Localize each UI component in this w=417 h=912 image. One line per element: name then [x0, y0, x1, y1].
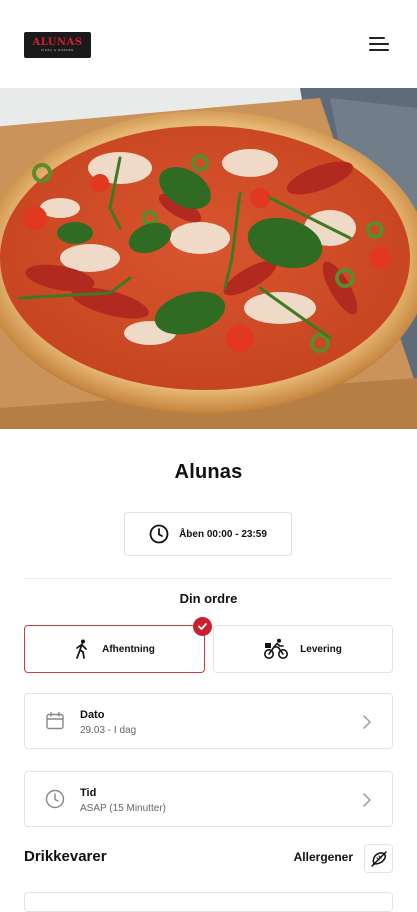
logo-subtext: PIZZA & BURGER: [41, 48, 74, 52]
walking-person-icon: [76, 639, 87, 659]
pickup-label: Afhentning: [102, 643, 155, 655]
time-field[interactable]: Tid ASAP (15 Minutter): [24, 771, 393, 827]
menu-item-card[interactable]: [24, 892, 393, 912]
chevron-right-icon: [363, 715, 371, 729]
app-header: ALUNAS PIZZA & BURGER: [0, 0, 417, 88]
order-heading: Din ordre: [179, 591, 238, 606]
clock-icon: [149, 524, 169, 544]
allergen-label[interactable]: Allergener: [294, 850, 353, 864]
calendar-icon: [46, 711, 64, 730]
time-label: Tid: [80, 787, 97, 799]
opening-hours-text: Åben 00:00 - 23:59: [179, 528, 267, 540]
date-value: 29.03 - I dag: [80, 725, 137, 736]
cyclist-icon: [264, 638, 289, 659]
category-heading: Drikkevarer: [24, 848, 107, 865]
delivery-option[interactable]: Levering: [213, 625, 393, 673]
date-label: Dato: [80, 709, 105, 721]
restaurant-logo[interactable]: ALUNAS PIZZA & BURGER: [24, 32, 91, 58]
clock-icon: [45, 789, 65, 809]
chevron-right-icon: [363, 793, 371, 807]
hamburger-menu-icon[interactable]: [369, 36, 389, 52]
logo-text: ALUNAS: [32, 37, 83, 48]
allergen-icon: [370, 850, 387, 867]
selected-check-icon: [193, 617, 212, 636]
opening-hours-button[interactable]: Åben 00:00 - 23:59: [124, 512, 292, 556]
delivery-label: Levering: [300, 643, 342, 655]
time-value: ASAP (15 Minutter): [80, 803, 166, 814]
allergen-button[interactable]: [364, 844, 393, 873]
pickup-option[interactable]: Afhentning: [24, 617, 212, 673]
restaurant-name: Alunas: [174, 461, 243, 483]
date-field[interactable]: Dato 29.03 - I dag: [24, 693, 393, 749]
divider: [24, 578, 393, 579]
hero-pizza-image: [0, 88, 417, 429]
